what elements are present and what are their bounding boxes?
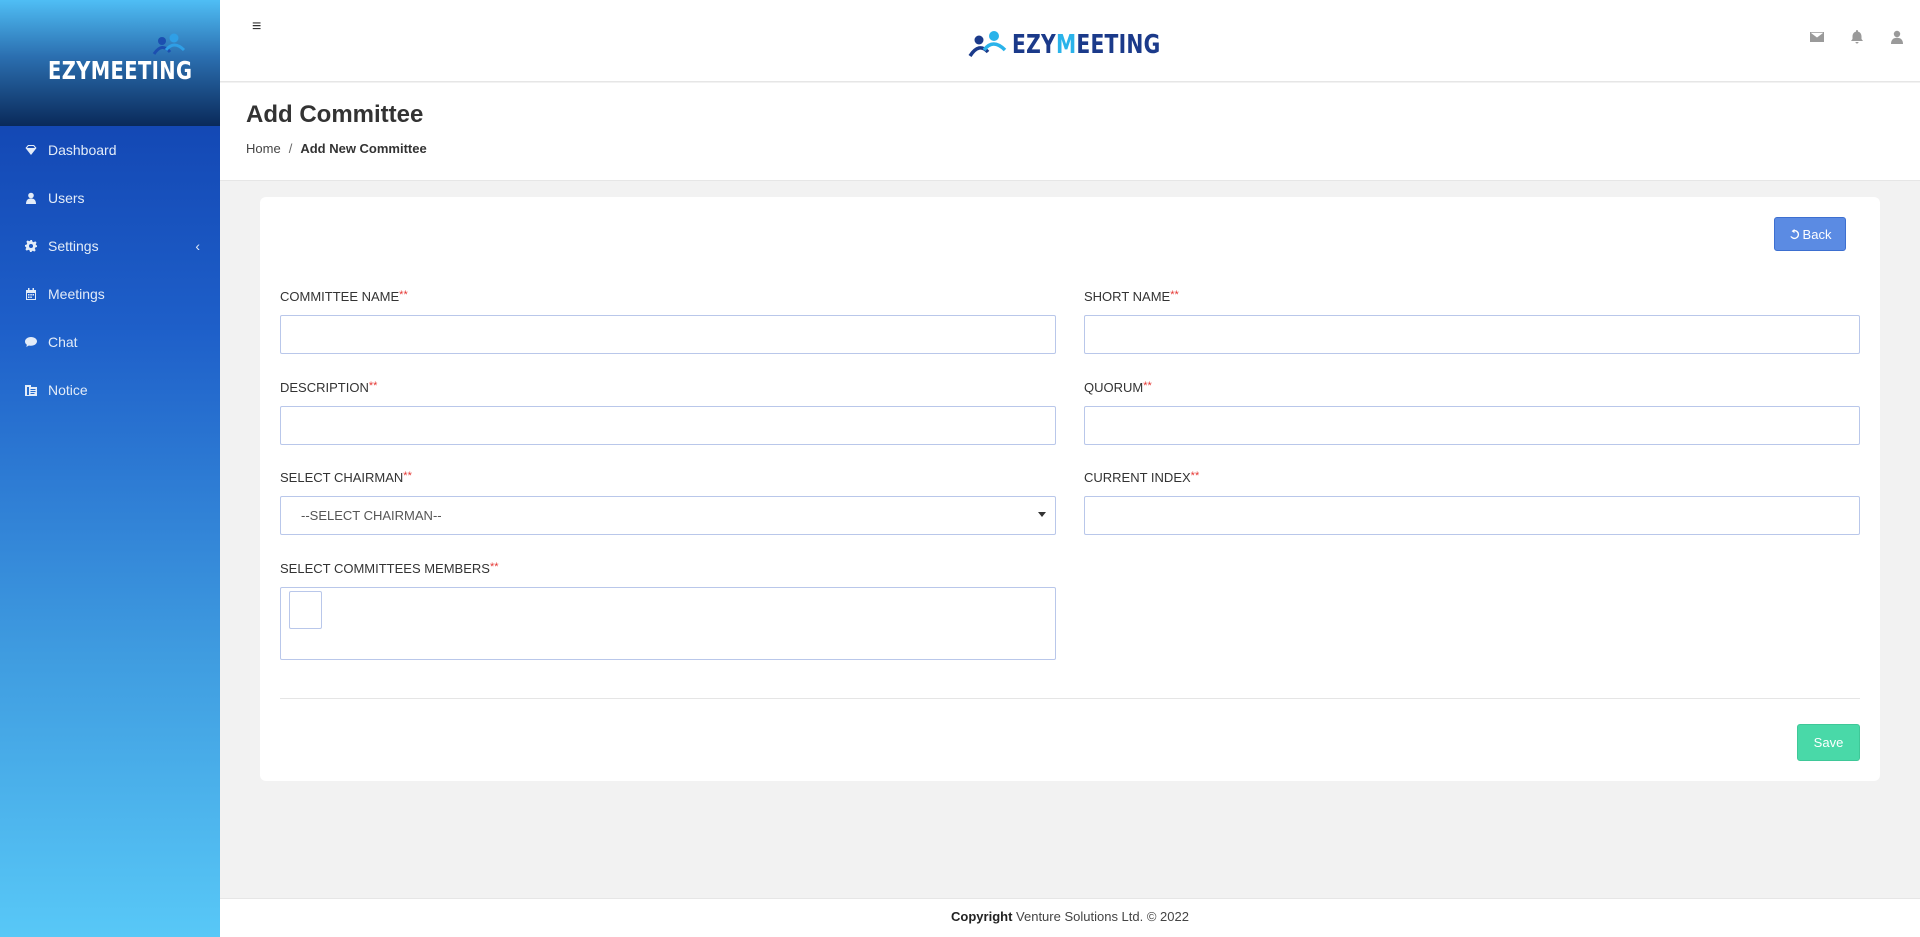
header-logo[interactable]: EZYMEETING — [968, 30, 1202, 60]
add-committee-card: Back COMMITTEE NAME** SHORT NAME** DESCR… — [260, 197, 1880, 781]
back-button-label: Back — [1802, 226, 1832, 242]
chairman-select-wrapper: --SELECT CHAIRMAN-- — [280, 496, 1056, 535]
chat-icon — [24, 335, 38, 349]
logo-text: EZYMEETING — [1012, 30, 1161, 60]
form-divider — [280, 698, 1860, 699]
chevron-left-icon: ‹ — [195, 238, 200, 254]
sidebar-item-label: Settings — [48, 238, 99, 254]
quorum-input[interactable] — [1084, 406, 1860, 445]
footer-copyright-label: Copyright — [951, 909, 1013, 924]
page-header: Add Committee Home / Add New Committee — [220, 83, 1920, 181]
sidebar-item-notice[interactable]: Notice — [0, 366, 220, 414]
save-button[interactable]: Save — [1797, 724, 1860, 761]
quorum-label: QUORUM** — [1084, 380, 1152, 395]
committee-name-group: COMMITTEE NAME** — [280, 289, 1056, 354]
page-title: Add Committee — [246, 101, 424, 128]
description-label: DESCRIPTION** — [280, 380, 378, 395]
diamond-icon — [24, 143, 38, 157]
footer-copyright-text: Venture Solutions Ltd. © 2022 — [1012, 909, 1189, 924]
sidebar-brand[interactable]: EZYMEETING — [0, 0, 220, 126]
caret-down-icon — [1038, 512, 1046, 517]
header-icons — [1810, 30, 1908, 46]
logo-people-icon — [968, 31, 1007, 57]
short-name-input[interactable] — [1084, 315, 1860, 354]
short-name-group: SHORT NAME** — [1084, 289, 1860, 354]
user-icon[interactable] — [1890, 30, 1908, 46]
sidebar-item-label: Users — [48, 190, 85, 206]
bell-icon[interactable] — [1850, 30, 1868, 46]
committee-name-input[interactable] — [280, 315, 1056, 354]
sidebar-nav: Dashboard Users Settings ‹ Meetings Chat… — [0, 126, 220, 414]
members-group: SELECT COMMITTEES MEMBERS** — [280, 561, 1056, 660]
breadcrumb-separator: / — [288, 141, 293, 156]
chairman-group: SELECT CHAIRMAN** --SELECT CHAIRMAN-- — [280, 470, 1056, 535]
sidebar-item-label: Chat — [48, 334, 78, 350]
current-index-label: CURRENT INDEX** — [1084, 470, 1200, 485]
undo-icon — [1789, 228, 1799, 239]
sidebar-item-users[interactable]: Users — [0, 174, 220, 222]
members-multiselect[interactable] — [280, 587, 1056, 660]
sidebar-item-label: Meetings — [48, 286, 105, 302]
envelope-icon[interactable] — [1810, 30, 1828, 46]
members-search-input[interactable] — [289, 591, 322, 629]
members-label: SELECT COMMITTEES MEMBERS** — [280, 561, 499, 576]
sidebar-item-dashboard[interactable]: Dashboard — [0, 126, 220, 174]
sidebar-item-meetings[interactable]: Meetings — [0, 270, 220, 318]
chairman-select[interactable]: --SELECT CHAIRMAN-- — [280, 496, 1056, 535]
description-group: DESCRIPTION** — [280, 380, 1056, 445]
gear-icon — [24, 239, 38, 253]
breadcrumb: Home / Add New Committee — [246, 141, 427, 156]
quorum-group: QUORUM** — [1084, 380, 1860, 445]
back-button[interactable]: Back — [1774, 217, 1846, 251]
breadcrumb-home-link[interactable]: Home — [246, 141, 281, 156]
sidebar-item-chat[interactable]: Chat — [0, 318, 220, 366]
calendar-icon — [24, 287, 38, 301]
description-input[interactable] — [280, 406, 1056, 445]
current-index-group: CURRENT INDEX** — [1084, 470, 1860, 535]
user-icon — [24, 191, 38, 205]
top-bar: ≡ EZYMEETING — [220, 0, 1920, 82]
committee-name-label: COMMITTEE NAME** — [280, 289, 408, 304]
sidebar-brand-text: EZYMEETING — [48, 56, 193, 85]
chairman-label: SELECT CHAIRMAN** — [280, 470, 412, 485]
footer: Copyright Venture Solutions Ltd. © 2022 — [220, 898, 1920, 937]
hamburger-menu-icon[interactable]: ≡ — [252, 18, 261, 36]
short-name-label: SHORT NAME** — [1084, 289, 1179, 304]
sidebar-item-label: Dashboard — [48, 142, 117, 158]
breadcrumb-current: Add New Committee — [300, 141, 427, 156]
sidebar: EZYMEETING Dashboard Users Settings ‹ Me… — [0, 0, 220, 937]
notice-icon — [24, 383, 38, 397]
sidebar-item-settings[interactable]: Settings ‹ — [0, 222, 220, 270]
current-index-input[interactable] — [1084, 496, 1860, 535]
sidebar-item-label: Notice — [48, 382, 88, 398]
